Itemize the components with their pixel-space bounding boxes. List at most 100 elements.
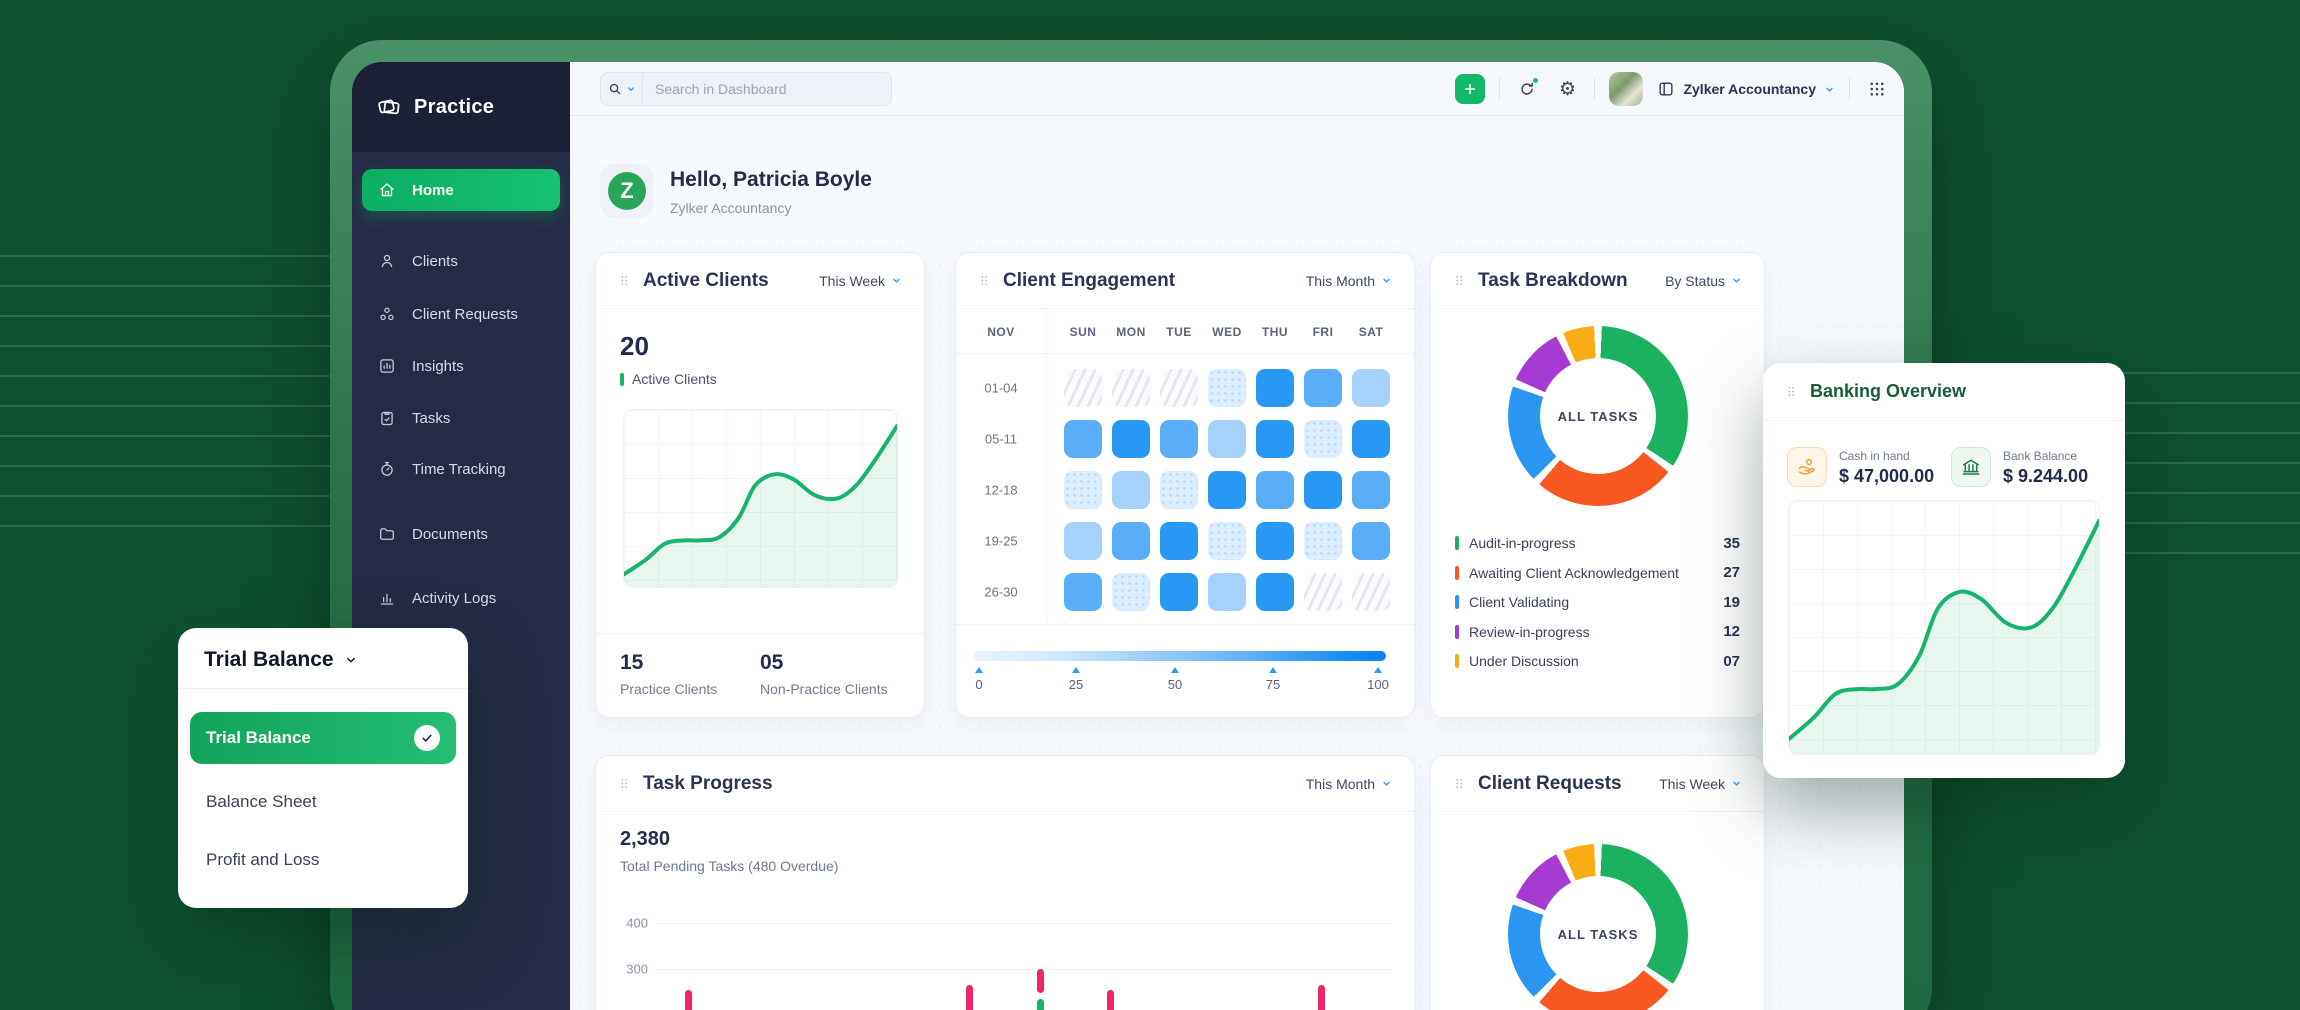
client-stat: 05Non-Practice Clients (760, 651, 888, 697)
decorative-stripe (0, 525, 330, 527)
user-icon (378, 252, 396, 270)
task-bar-overdue (1107, 990, 1114, 1010)
heatmap-day-label: THU (1262, 325, 1288, 339)
apps-grid-icon (1868, 80, 1886, 98)
insights-icon (378, 357, 396, 375)
stat-label: Non-Practice Clients (760, 681, 888, 697)
filter-select[interactable]: This Week (819, 273, 902, 289)
search-scope-button[interactable] (601, 73, 643, 105)
search-bar (600, 72, 892, 106)
settings-button[interactable]: ⚙ (1554, 76, 1580, 102)
legend-row: Review-in-progress12 (1455, 622, 1740, 642)
sidebar-item-client-requests[interactable]: Client Requests (362, 293, 560, 335)
divider (1499, 78, 1500, 100)
org-selector[interactable]: Zylker Accountancy (1657, 80, 1835, 98)
home-icon (378, 181, 396, 199)
stopwatch-icon (378, 460, 396, 478)
legend-value: 35 (1723, 535, 1740, 552)
heatmap-cell (1112, 420, 1150, 458)
donut-chart: ALL TASKS (1508, 326, 1688, 506)
divider (1849, 78, 1850, 100)
count-label-row: Active Clients (620, 371, 717, 387)
heatmap-cell (1304, 573, 1342, 611)
heatmap-cell (1064, 522, 1102, 560)
app-window: Practice Home Clients Client Requests Insig… (352, 62, 1904, 1010)
quick-create-button[interactable] (1455, 74, 1485, 104)
app-grid-button[interactable] (1864, 76, 1890, 102)
y-axis-label: 400 (626, 916, 648, 931)
org-name: Zylker Accountancy (1683, 81, 1816, 97)
divider (956, 353, 1414, 354)
report-option-selected[interactable]: Trial Balance (190, 712, 456, 764)
heatmap-cell (1208, 522, 1246, 560)
heatmap-cell (1160, 471, 1198, 509)
scale-tick-marker (975, 667, 983, 673)
gear-icon: ⚙ (1559, 80, 1576, 99)
filter-select[interactable]: This Week (1659, 776, 1742, 792)
sidebar-item-time-tracking[interactable]: Time Tracking (362, 448, 560, 490)
heatmap-cell (1160, 420, 1198, 458)
drag-handle-icon[interactable] (618, 274, 631, 287)
report-option[interactable]: Profit and Loss (206, 850, 319, 870)
trend-line-chart (1789, 501, 2099, 754)
drag-handle-icon[interactable] (1785, 385, 1798, 398)
heatmap-cell (1064, 573, 1102, 611)
scale-tick-label: 100 (1367, 677, 1389, 692)
heatmap-cell (1208, 471, 1246, 509)
heatmap-week-label: 19-25 (984, 534, 1017, 549)
heatmap-day-label: FRI (1313, 325, 1334, 339)
search-input[interactable] (643, 73, 891, 105)
activity-icon (378, 589, 396, 607)
heatmap-day-label: SUN (1070, 325, 1097, 339)
greeting-title: Hello, Patricia Boyle (670, 168, 872, 192)
report-option[interactable]: Balance Sheet (206, 792, 317, 812)
app-logo-block[interactable]: Practice (352, 62, 570, 152)
legend-row: Client Validating19 (1455, 592, 1740, 612)
banking-stat-label: Bank Balance (2003, 449, 2077, 463)
drag-handle-icon[interactable] (1453, 274, 1466, 287)
sidebar-item-tasks[interactable]: Tasks (362, 397, 560, 439)
heatmap-day-label: TUE (1166, 325, 1192, 339)
sidebar-item-clients[interactable]: Clients (362, 240, 560, 282)
folder-icon (378, 525, 396, 543)
heatmap-cell (1352, 420, 1390, 458)
banking-stat-label: Cash in hand (1839, 449, 1910, 463)
y-axis-label: 300 (626, 962, 648, 977)
report-dropdown-toggle[interactable]: Trial Balance (204, 648, 358, 672)
sidebar-item-insights[interactable]: Insights (362, 345, 560, 387)
card-header: Active Clients This Week (596, 253, 924, 309)
heatmap-cell (1112, 369, 1150, 407)
decorative-stripe (0, 285, 330, 287)
chevron-down-icon (344, 653, 358, 667)
banking-overview-card: Banking Overview Cash in hand$ 47,000.00… (1763, 363, 2125, 778)
divider (596, 633, 924, 634)
heatmap-cell (1160, 369, 1198, 407)
drag-handle-icon[interactable] (1453, 777, 1466, 790)
sidebar-item-activity-logs[interactable]: Activity Logs (362, 577, 560, 619)
chevron-down-icon (1824, 84, 1835, 95)
decorative-stripe (0, 405, 330, 407)
sidebar-item-label: Home (412, 182, 454, 199)
engagement-heatmap: NOVSUNMONTUEWEDTHUFRISAT01-0405-1112-181… (956, 253, 1414, 717)
legend-row: Awaiting Client Acknowledgement27 (1455, 563, 1740, 583)
user-avatar[interactable] (1609, 72, 1643, 106)
heatmap-month-label: NOV (987, 325, 1015, 339)
count-label: Active Clients (632, 371, 717, 387)
heatmap-week-label: 12-18 (984, 483, 1017, 498)
decorative-stripe (0, 375, 330, 377)
sidebar-item-home[interactable]: Home (362, 169, 560, 211)
refresh-button[interactable] (1514, 76, 1540, 102)
decorative-stripe (0, 495, 330, 497)
sidebar-item-label: Documents (412, 526, 488, 543)
chart-gridline (656, 969, 1392, 970)
heatmap-day-label: MON (1116, 325, 1146, 339)
filter-select[interactable]: By Status (1665, 273, 1742, 289)
hand-coin-icon (1787, 447, 1827, 487)
task-bar-overdue (1037, 969, 1044, 993)
legend-label: Awaiting Client Acknowledgement (1469, 565, 1679, 581)
green-tick-bar (620, 373, 624, 386)
card-header: Client Requests This Week (1431, 756, 1764, 812)
chevron-down-icon (1731, 778, 1742, 789)
stat-label: Practice Clients (620, 681, 717, 697)
sidebar-item-documents[interactable]: Documents (362, 513, 560, 555)
